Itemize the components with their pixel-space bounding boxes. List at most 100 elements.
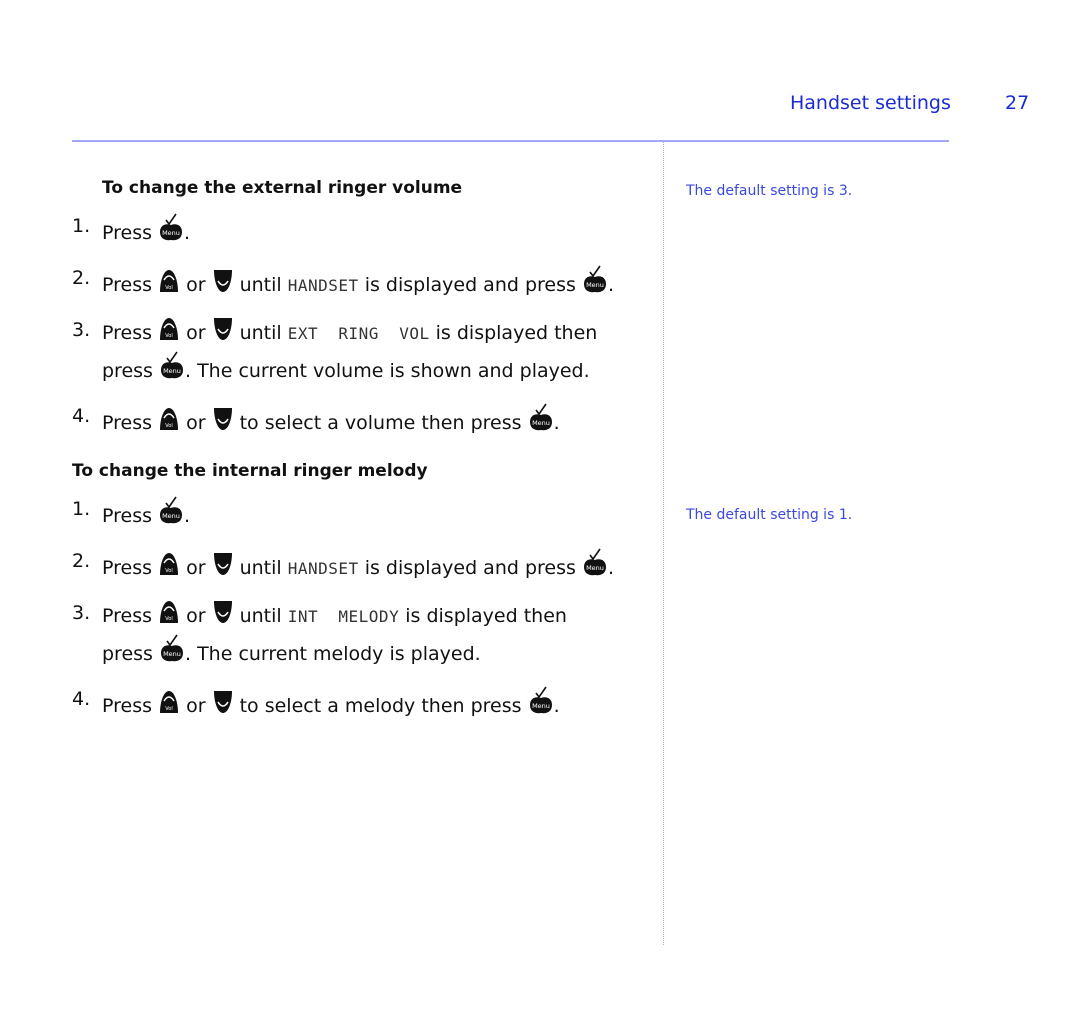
- step-text: .: [607, 274, 614, 296]
- step-text: until: [233, 605, 288, 627]
- steps-list: 1. Press Menu. 2. Press Vol or until HANDSE…: [72, 212, 652, 440]
- step-number: 3.: [72, 602, 91, 624]
- vol-up-icon: Vol: [158, 551, 180, 585]
- step-text: or: [180, 412, 212, 434]
- menu-icon: Menu: [528, 685, 554, 723]
- vol-up-icon: Vol: [158, 689, 180, 723]
- step-text: or: [180, 557, 212, 579]
- side-note: The default setting is 3.: [686, 183, 853, 199]
- svg-text:Menu: Menu: [586, 281, 604, 289]
- step-number: 1.: [72, 215, 91, 237]
- running-header-title: Handset settings: [790, 92, 951, 114]
- step-text: .: [184, 222, 191, 244]
- svg-text:Menu: Menu: [162, 229, 180, 237]
- step-item: 3. Press Vol or until INT MELODY is displ…: [72, 599, 652, 671]
- step-item: 2. Press Vol or until HANDSET is displaye…: [72, 547, 652, 585]
- lcd-display-text: HANDSET: [287, 276, 359, 295]
- menu-icon: Menu: [159, 350, 185, 388]
- step-number: 4.: [72, 405, 91, 427]
- step-number: 3.: [72, 319, 91, 341]
- step-text: or: [180, 322, 212, 344]
- step-text: Press: [102, 695, 159, 717]
- step-text: Press: [102, 557, 159, 579]
- step-text: Press: [102, 222, 159, 244]
- step-text: until: [233, 557, 288, 579]
- section-heading: To change the internal ringer melody: [72, 461, 428, 481]
- step-text: press: [102, 360, 159, 382]
- step-number: 1.: [72, 498, 91, 520]
- svg-text:Menu: Menu: [162, 512, 180, 520]
- lcd-display-text: HANDSET: [287, 559, 359, 578]
- step-text: is displayed then: [429, 322, 598, 344]
- step-text: Press: [102, 274, 159, 296]
- svg-text:Vol: Vol: [165, 616, 172, 622]
- svg-text:Menu: Menu: [586, 564, 604, 572]
- step-text: or: [180, 605, 212, 627]
- header-rule: [72, 140, 949, 142]
- svg-text:Vol: Vol: [165, 333, 172, 339]
- svg-text:Menu: Menu: [532, 702, 550, 710]
- section-internal-ringer-melody: To change the internal ringer melody 1. P…: [72, 461, 652, 723]
- menu-icon: Menu: [158, 495, 184, 533]
- menu-icon: Menu: [159, 633, 185, 671]
- step-text: is displayed and press: [358, 274, 582, 296]
- vol-down-icon: [212, 689, 234, 723]
- step-item: 1. Press Menu.: [72, 212, 652, 250]
- vol-down-icon: [212, 406, 234, 440]
- step-text: to select a melody then press: [233, 695, 528, 717]
- menu-icon: Menu: [528, 402, 554, 440]
- step-item: 3. Press Vol or until EXT RING VOL is dis…: [72, 316, 652, 388]
- steps-list: 1. Press Menu. 2. Press Vol or until HANDSE…: [72, 495, 652, 723]
- step-text: .: [553, 412, 560, 434]
- step-item: 4. Press Vol or to select a volume then p…: [72, 402, 652, 440]
- svg-text:Menu: Menu: [532, 419, 550, 427]
- step-number: 2.: [72, 267, 91, 289]
- step-text: press: [102, 643, 159, 665]
- step-text: Press: [102, 412, 159, 434]
- step-text: . The current volume is shown and played…: [184, 360, 590, 382]
- step-text: . The current melody is played.: [184, 643, 481, 665]
- section-external-ringer-volume: To change the external ringer volume 1. P…: [72, 178, 652, 440]
- step-text: .: [553, 695, 560, 717]
- svg-text:Vol: Vol: [165, 706, 172, 712]
- lcd-display-text: INT MELODY: [287, 607, 400, 626]
- vol-down-icon: [212, 316, 234, 350]
- column-divider: [663, 142, 664, 945]
- vol-down-icon: [212, 268, 234, 302]
- step-text: Press: [102, 505, 159, 527]
- svg-text:Menu: Menu: [163, 367, 181, 375]
- step-text: until: [233, 274, 288, 296]
- svg-text:Menu: Menu: [163, 650, 181, 658]
- vol-up-icon: Vol: [158, 406, 180, 440]
- svg-text:Vol: Vol: [165, 285, 172, 291]
- menu-icon: Menu: [158, 212, 184, 250]
- step-item: 2. Press Vol or until HANDSET is displaye…: [72, 264, 652, 302]
- menu-icon: Menu: [582, 547, 608, 585]
- lcd-display-text: EXT RING VOL: [287, 324, 430, 343]
- step-text: .: [607, 557, 614, 579]
- vol-up-icon: Vol: [158, 599, 180, 633]
- step-text: is displayed and press: [358, 557, 582, 579]
- svg-text:Vol: Vol: [165, 423, 172, 429]
- page-number: 27: [1005, 92, 1030, 114]
- step-text: Press: [102, 322, 159, 344]
- step-text: or: [180, 274, 212, 296]
- step-number: 4.: [72, 688, 91, 710]
- step-item: 1. Press Menu.: [72, 495, 652, 533]
- step-text: .: [184, 505, 191, 527]
- step-item: 4. Press Vol or to select a melody then p…: [72, 685, 652, 723]
- svg-text:Vol: Vol: [165, 568, 172, 574]
- step-text: to select a volume then press: [233, 412, 528, 434]
- vol-down-icon: [212, 551, 234, 585]
- step-number: 2.: [72, 550, 91, 572]
- step-text: until: [233, 322, 288, 344]
- vol-up-icon: Vol: [158, 316, 180, 350]
- section-heading: To change the external ringer volume: [102, 178, 463, 198]
- side-note: The default setting is 1.: [686, 507, 853, 523]
- step-text: Press: [102, 605, 159, 627]
- step-text: or: [180, 695, 212, 717]
- vol-down-icon: [212, 599, 234, 633]
- vol-up-icon: Vol: [158, 268, 180, 302]
- step-text: is displayed then: [399, 605, 567, 627]
- menu-icon: Menu: [582, 264, 608, 302]
